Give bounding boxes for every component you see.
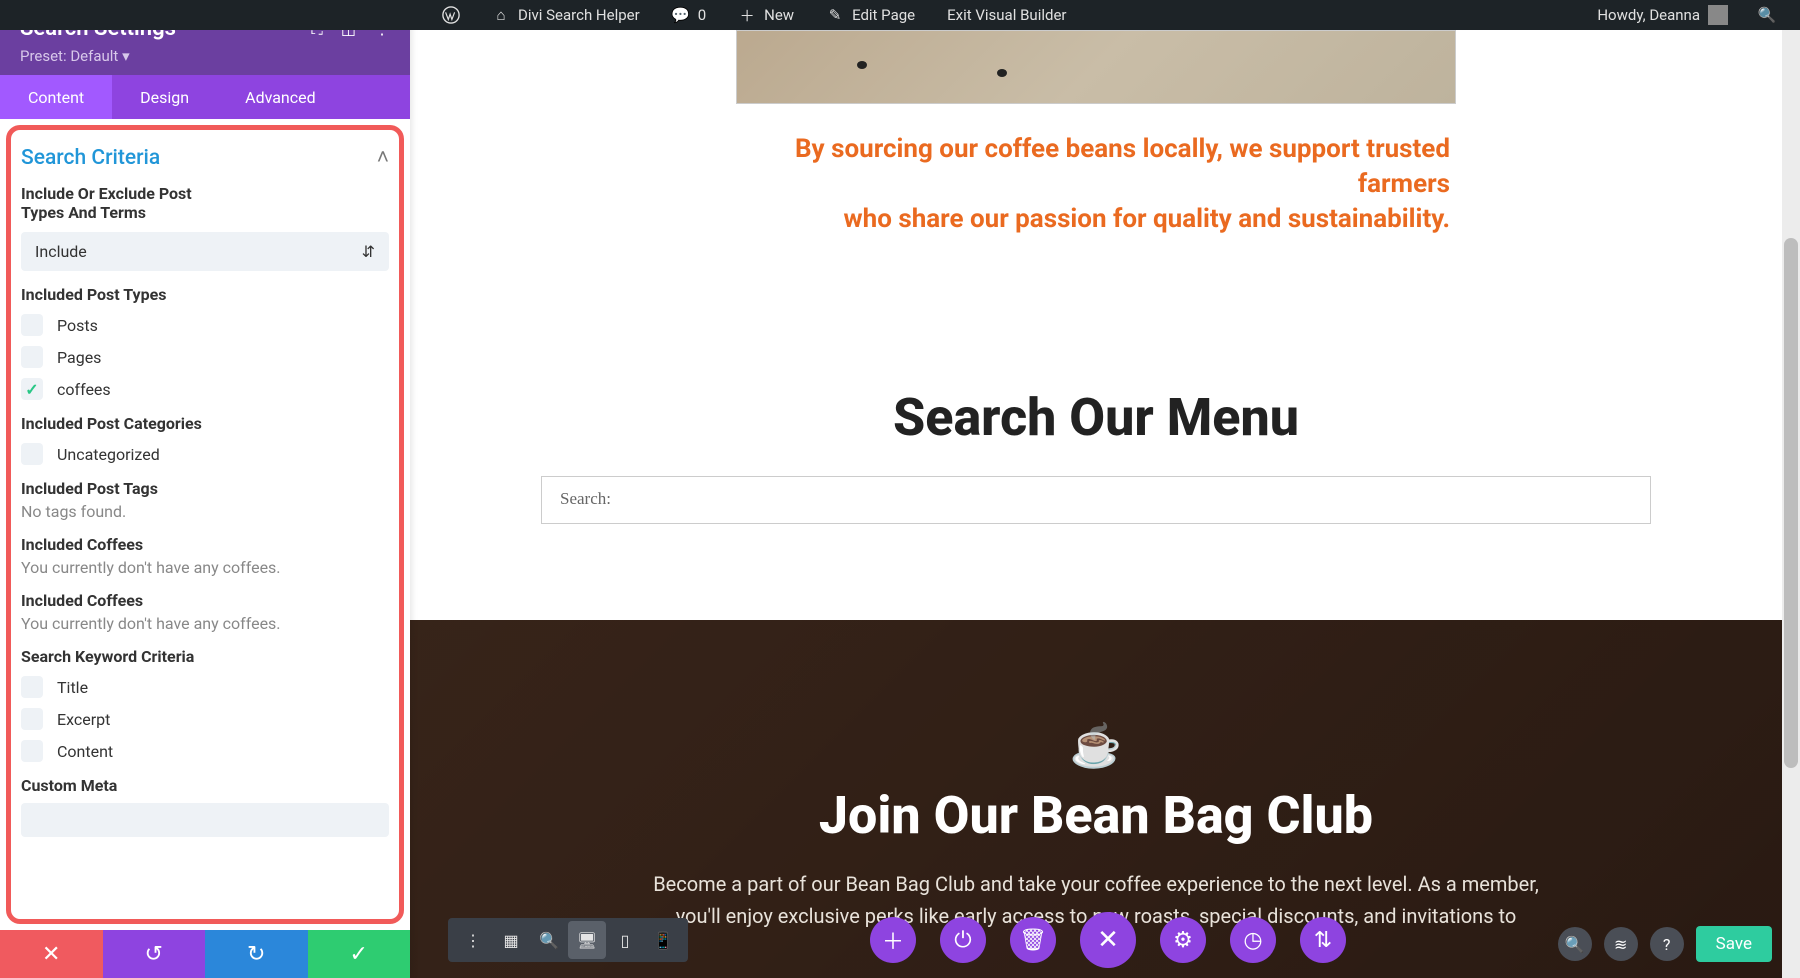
builder-canvas: By sourcing our coffee beans locally, we… (410, 30, 1782, 978)
section-toggle[interactable]: Search Criteria ˄ (21, 146, 389, 170)
scrollbar-thumb[interactable] (1784, 238, 1798, 768)
module-settings-panel: Search Settings ⛶ ◫ ⋮ Preset: Default ▾ … (0, 0, 410, 978)
exit-label: Exit Visual Builder (947, 6, 1066, 24)
help-icon[interactable]: ? (1650, 927, 1684, 961)
redo-button[interactable]: ↻ (205, 930, 308, 978)
comment-icon: 💬 (672, 6, 690, 24)
history-button[interactable]: ◷ (1230, 917, 1276, 963)
builder-right-tools: 🔍 ≋ ? Save (1558, 926, 1772, 962)
included-coffees-msg-2: You currently don't have any coffees. (21, 614, 389, 633)
tab-design[interactable]: Design (112, 75, 217, 119)
chevron-down-icon: ▾ (122, 47, 130, 65)
new-label: New (764, 6, 794, 24)
included-coffees-label-1: Included Coffees (21, 535, 389, 554)
tablet-view-icon[interactable]: ▯ (606, 921, 644, 959)
wp-howdy[interactable]: Howdy, Deanna (1585, 0, 1740, 30)
custom-meta-label: Custom Meta (21, 776, 389, 795)
checkbox-icon (21, 346, 43, 368)
included-coffees-label-2: Included Coffees (21, 591, 389, 610)
wp-admin-bar: ⌂Divi Search Helper 💬0 ＋New ✎Edit Page E… (0, 0, 1800, 30)
wp-search[interactable]: 🔍 (1746, 0, 1788, 30)
checkbox-icon (21, 676, 43, 698)
include-exclude-select[interactable]: Include ⇵ (21, 232, 389, 271)
wireframe-icon[interactable]: ▦ (492, 921, 530, 959)
checkbox-icon (21, 314, 43, 336)
sync-button[interactable]: ⇅ (1300, 917, 1346, 963)
post-types-label: Included Post Types (21, 285, 389, 304)
checkbox-icon (21, 740, 43, 762)
cancel-button[interactable]: ✕ (0, 930, 103, 978)
included-coffees-msg-1: You currently don't have any coffees. (21, 558, 389, 577)
checkbox-icon (21, 708, 43, 730)
keyword-criteria-label: Search Keyword Criteria (21, 647, 389, 666)
pencil-icon: ✎ (826, 6, 844, 24)
phone-view-icon[interactable]: 📱 (644, 921, 682, 959)
custom-meta-input[interactable] (21, 803, 389, 837)
search-criteria-section: Search Criteria ˄ Include Or Exclude Pos… (6, 125, 404, 924)
panel-footer: ✕ ↺ ↻ ✓ (0, 930, 410, 978)
zoom-icon[interactable]: 🔍 (530, 921, 568, 959)
wp-exit-builder[interactable]: Exit Visual Builder (935, 0, 1078, 30)
select-value: Include (35, 242, 87, 261)
confirm-button[interactable]: ✓ (308, 930, 411, 978)
undo-button[interactable]: ↺ (103, 930, 206, 978)
builder-view-toolbar: ⋮ ▦ 🔍 🖥 ▯ 📱 (448, 918, 688, 962)
settings-tabs: Content Design Advanced (0, 75, 410, 119)
tags-label: Included Post Tags (21, 479, 389, 498)
wp-new[interactable]: ＋ New (726, 0, 806, 30)
section-title-text: Search Criteria (21, 146, 160, 170)
include-exclude-label: Include Or Exclude PostTypes And Terms (21, 184, 389, 222)
tags-empty-msg: No tags found. (21, 502, 389, 521)
wp-comments[interactable]: 💬0 (660, 0, 718, 30)
coffee-icon: ☕ (410, 722, 1782, 771)
checkbox-icon (21, 443, 43, 465)
trash-button[interactable]: 🗑 (1010, 917, 1056, 963)
wp-edit-page[interactable]: ✎ Edit Page (814, 0, 927, 30)
search-section: Search Our Menu Search: (410, 387, 1782, 524)
checkbox-pages[interactable]: Pages (21, 346, 389, 368)
checkbox-title[interactable]: Title (21, 676, 389, 698)
club-title: Join Our Bean Bag Club (410, 785, 1782, 846)
plus-icon: ＋ (738, 6, 756, 24)
preset-selector[interactable]: Preset: Default ▾ (20, 47, 390, 65)
desktop-view-icon[interactable]: 🖥 (568, 921, 606, 959)
search-heading: Search Our Menu (410, 387, 1782, 448)
tab-content[interactable]: Content (0, 75, 112, 119)
search-input[interactable]: Search: (541, 476, 1651, 524)
hero-image (736, 30, 1456, 104)
checkbox-posts[interactable]: Posts (21, 314, 389, 336)
hero-text: By sourcing our coffee beans locally, we… (716, 132, 1476, 237)
wordpress-icon (442, 6, 460, 24)
wp-logo[interactable] (430, 0, 472, 30)
add-button[interactable]: ＋ (870, 917, 916, 963)
builder-main-actions: ＋ ⏻ 🗑 ✕ ⚙ ◷ ⇅ (870, 912, 1346, 968)
wp-site-name[interactable]: ⌂ Divi Search Helper (480, 0, 652, 30)
find-icon[interactable]: 🔍 (1558, 927, 1592, 961)
chevron-up-icon: ˄ (377, 146, 389, 170)
close-builder-button[interactable]: ✕ (1080, 912, 1136, 968)
checkbox-excerpt[interactable]: Excerpt (21, 708, 389, 730)
save-button[interactable]: Save (1696, 926, 1772, 962)
checkbox-uncategorized[interactable]: Uncategorized (21, 443, 389, 465)
checkbox-content[interactable]: Content (21, 740, 389, 762)
categories-label: Included Post Categories (21, 414, 389, 433)
site-name-text: Divi Search Helper (518, 6, 640, 24)
kebab-icon[interactable]: ⋮ (454, 921, 492, 959)
comment-count: 0 (698, 6, 706, 24)
avatar (1708, 5, 1728, 25)
checkbox-icon-checked (21, 378, 43, 400)
layers-icon[interactable]: ≋ (1604, 927, 1638, 961)
scrollbar[interactable] (1782, 30, 1800, 978)
settings-gear-button[interactable]: ⚙ (1160, 917, 1206, 963)
edit-label: Edit Page (852, 6, 915, 24)
home-icon: ⌂ (492, 6, 510, 24)
select-caret-icon: ⇵ (362, 242, 375, 261)
search-icon: 🔍 (1758, 6, 1776, 24)
tab-advanced[interactable]: Advanced (217, 75, 344, 119)
checkbox-coffees[interactable]: coffees (21, 378, 389, 400)
howdy-text: Howdy, Deanna (1597, 6, 1700, 24)
power-button[interactable]: ⏻ (940, 917, 986, 963)
